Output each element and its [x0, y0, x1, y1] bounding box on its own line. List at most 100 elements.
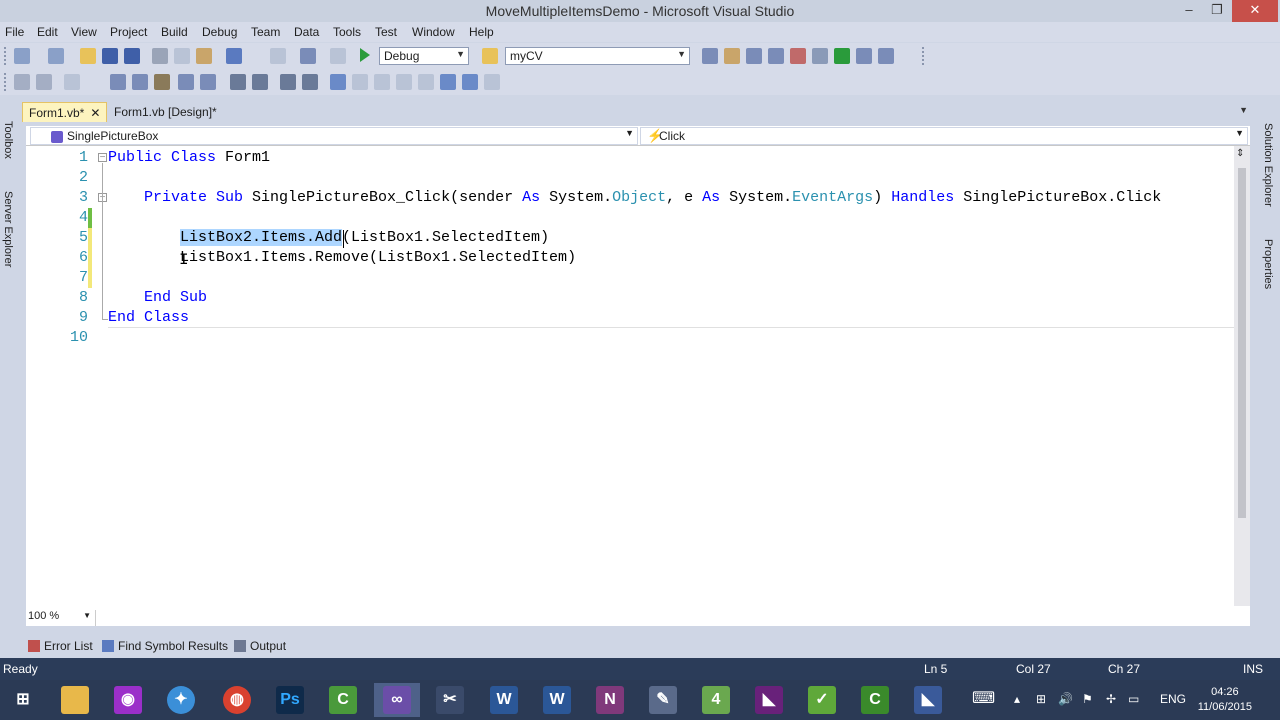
menu-build[interactable]: Build	[161, 25, 188, 39]
undo-icon[interactable]	[226, 48, 242, 64]
close-icon[interactable]: ✕	[90, 106, 100, 120]
taskbar-app[interactable]: C	[852, 683, 898, 717]
start-page-icon[interactable]	[834, 48, 850, 64]
start-debugging-icon[interactable]	[360, 48, 370, 62]
word-icon[interactable]	[200, 74, 216, 90]
bookmark-icon[interactable]	[330, 74, 346, 90]
cut-icon[interactable]	[152, 48, 168, 64]
solution-configuration-select[interactable]: Debug ▼	[379, 47, 469, 65]
tab-form1-design[interactable]: Form1.vb [Design]*	[108, 102, 223, 122]
navigate-icon[interactable]	[300, 48, 316, 64]
add-item-icon[interactable]	[48, 48, 64, 64]
menu-project[interactable]: Project	[110, 25, 147, 39]
open-folder-icon[interactable]	[80, 48, 96, 64]
taskbar-app[interactable]: ✦	[158, 683, 204, 717]
toolbar-grip[interactable]	[4, 73, 8, 91]
close-button[interactable]: ✕	[1232, 0, 1278, 22]
properties-icon[interactable]	[724, 48, 740, 64]
menu-team[interactable]: Team	[251, 25, 280, 39]
complete-word-icon[interactable]	[178, 74, 194, 90]
show-hidden-icons-icon[interactable]: ▴	[1014, 692, 1020, 706]
next-bookmark-doc-icon[interactable]	[462, 74, 478, 90]
navigate-forward-icon[interactable]	[330, 48, 346, 64]
taskbar-app[interactable]: 4	[693, 683, 739, 717]
comment-icon[interactable]	[280, 74, 296, 90]
redo-icon[interactable]	[270, 48, 286, 64]
menu-window[interactable]: Window	[412, 25, 455, 39]
parameter-info-icon[interactable]	[132, 74, 148, 90]
split-icon[interactable]: ⇕	[1236, 148, 1244, 159]
power-icon[interactable]: ▭	[1128, 692, 1139, 706]
save-icon[interactable]	[102, 48, 118, 64]
new-project-icon[interactable]	[14, 48, 30, 64]
solution-explorer-tab[interactable]: Solution Explorer	[1262, 123, 1274, 207]
decrease-indent-icon[interactable]	[230, 74, 246, 90]
zoom-select[interactable]: 100 % ▼	[26, 610, 96, 626]
menu-debug[interactable]: Debug	[202, 25, 237, 39]
taskbar-app[interactable]: ◣	[746, 683, 792, 717]
toolbox-icon[interactable]	[768, 48, 784, 64]
table-icon[interactable]	[36, 74, 52, 90]
taskbar-app[interactable]	[52, 683, 98, 717]
minimize-button[interactable]: –	[1174, 0, 1204, 22]
taskbar-app[interactable]: ✎	[640, 683, 686, 717]
chevron-down-icon[interactable]: ▼	[1239, 105, 1248, 115]
tab-find-symbol-results[interactable]: Find Symbol Results	[102, 639, 228, 653]
tab-output[interactable]: Output	[234, 639, 286, 653]
menu-view[interactable]: View	[71, 25, 97, 39]
tab-form1-vb[interactable]: Form1.vb* ✕	[22, 102, 108, 122]
clear-bookmarks-icon[interactable]	[484, 74, 500, 90]
collapse-icon[interactable]: −	[98, 153, 107, 163]
network-icon[interactable]: ✢	[1106, 692, 1116, 706]
taskbar-app[interactable]: ✓	[799, 683, 845, 717]
find-in-files-icon[interactable]	[482, 48, 498, 64]
clock[interactable]: 04:26 11/06/2015	[1198, 685, 1252, 715]
event-dropdown[interactable]: ⚡ Click ▼	[640, 127, 1248, 145]
find-combo[interactable]: myCV ▼	[505, 47, 690, 65]
server-explorer-icon[interactable]	[856, 48, 872, 64]
volume-icon[interactable]: 🔊	[1058, 692, 1073, 706]
solution-explorer-icon[interactable]	[702, 48, 718, 64]
menu-test[interactable]: Test	[375, 25, 397, 39]
vertical-scrollbar[interactable]: ⇕	[1234, 146, 1250, 606]
keyboard-icon[interactable]: ⌨	[972, 688, 995, 708]
taskbar-app[interactable]: Ps	[267, 683, 313, 717]
toolbar-grip[interactable]	[922, 47, 926, 65]
next-bookmark-folder-icon[interactable]	[418, 74, 434, 90]
taskbar-app[interactable]: N	[587, 683, 633, 717]
object-browser-icon[interactable]	[746, 48, 762, 64]
restore-button[interactable]: ❐	[1202, 0, 1232, 22]
tools-icon[interactable]	[812, 48, 828, 64]
pencil-icon[interactable]	[64, 74, 80, 90]
code-editor[interactable]: 1 2 3 4 5 6 7 8 9 10 − − Public Class Fo…	[26, 146, 1250, 626]
taskbar-app[interactable]: C	[320, 683, 366, 717]
properties-tab[interactable]: Properties	[1262, 239, 1274, 289]
object-dropdown[interactable]: SinglePictureBox ▼	[30, 127, 638, 145]
tab-error-list[interactable]: Error List	[28, 639, 93, 653]
window-icon[interactable]	[878, 48, 894, 64]
menu-edit[interactable]: Edit	[37, 25, 58, 39]
next-bookmark-icon[interactable]	[374, 74, 390, 90]
language-indicator[interactable]: ENG	[1160, 692, 1186, 706]
previous-bookmark-icon[interactable]	[352, 74, 368, 90]
menu-file[interactable]: File	[5, 25, 24, 39]
start-button[interactable]: ⊞	[0, 683, 46, 717]
taskbar-app[interactable]: W	[534, 683, 580, 717]
member-list-icon[interactable]	[110, 74, 126, 90]
taskbar-app[interactable]: ◍	[214, 683, 260, 717]
taskbar-app[interactable]: ◉	[105, 683, 151, 717]
quick-info-icon[interactable]	[154, 74, 170, 90]
save-all-icon[interactable]	[124, 48, 140, 64]
taskbar-app[interactable]: ✂	[427, 683, 473, 717]
menu-help[interactable]: Help	[469, 25, 494, 39]
copy-icon[interactable]	[174, 48, 190, 64]
taskbar-app[interactable]: ◣	[905, 683, 951, 717]
toolbar-grip[interactable]	[4, 47, 8, 65]
prev-bookmark-doc-icon[interactable]	[440, 74, 456, 90]
taskbar-app-active[interactable]: ∞	[374, 683, 420, 717]
paste-icon[interactable]	[196, 48, 212, 64]
extension-manager-icon[interactable]	[790, 48, 806, 64]
taskbar-app[interactable]: W	[481, 683, 527, 717]
windows-tray-icon[interactable]: ⊞	[1036, 692, 1046, 706]
menu-tools[interactable]: Tools	[333, 25, 361, 39]
